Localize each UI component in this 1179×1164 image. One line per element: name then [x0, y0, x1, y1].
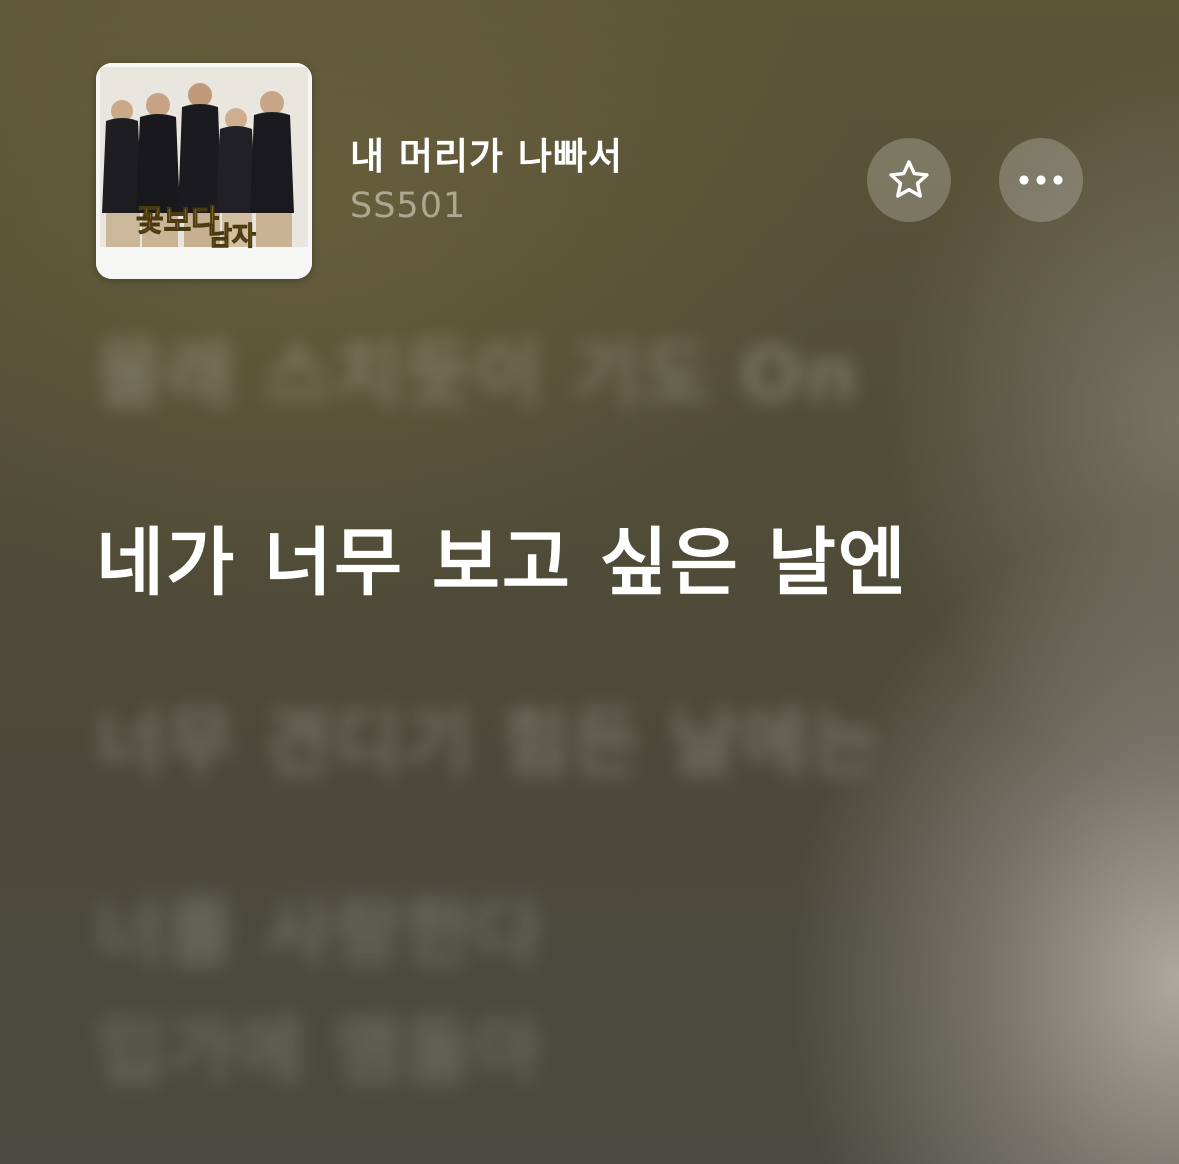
favorite-button[interactable]: [867, 138, 951, 222]
more-options-button[interactable]: [999, 138, 1083, 222]
lyric-line-previous[interactable]: 몰래 스치듯이 기도 On: [96, 330, 860, 420]
lyric-line-current[interactable]: 네가 너무 보고 싶은 날엔: [96, 518, 908, 608]
star-icon: [889, 160, 929, 198]
ellipsis-icon: [1019, 175, 1063, 185]
svg-text:꽃보다: 꽃보다: [136, 204, 219, 239]
lyric-line-upcoming[interactable]: 입가에 맴돌아: [96, 1006, 544, 1096]
now-playing-header: 꽃보다 남자 내 머리가 나빠서 SS501: [96, 63, 1096, 279]
lyric-line-upcoming[interactable]: 너를 사랑한다: [96, 888, 544, 978]
svg-text:남자: 남자: [208, 222, 256, 252]
lyric-line-next[interactable]: 너무 견디기 힘든 날에는: [96, 698, 880, 788]
album-artwork[interactable]: 꽃보다 남자: [96, 63, 312, 279]
artist-name[interactable]: SS501: [350, 185, 623, 227]
song-title[interactable]: 내 머리가 나빠서: [350, 135, 623, 179]
track-info: 내 머리가 나빠서 SS501: [350, 135, 623, 227]
